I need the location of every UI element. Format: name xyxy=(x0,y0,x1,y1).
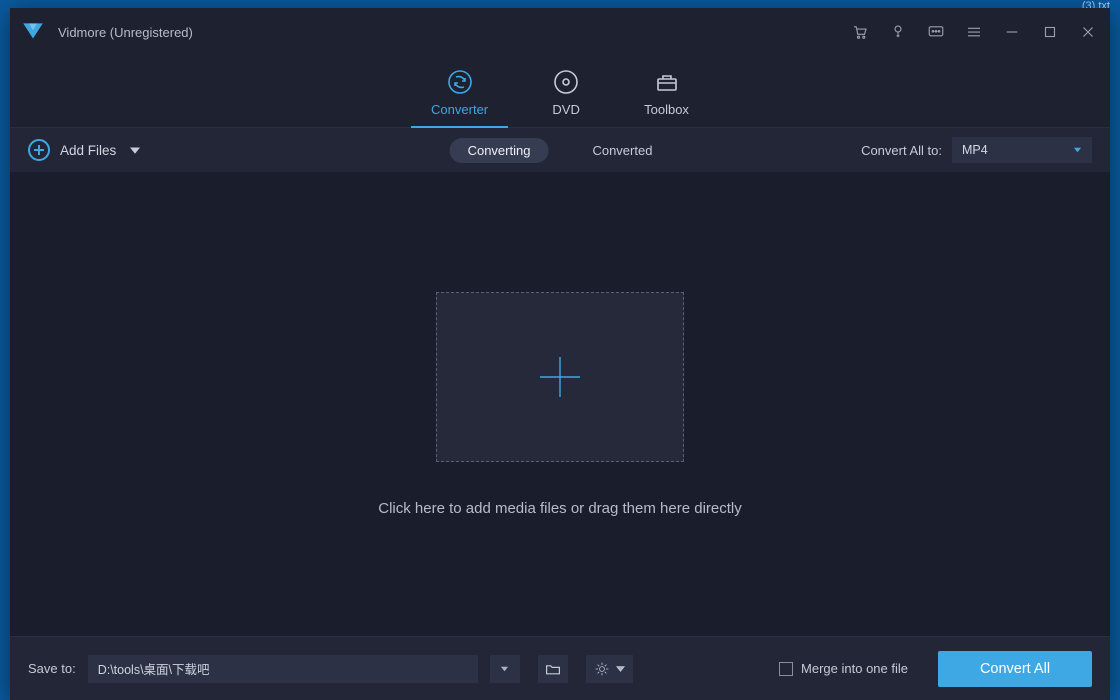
status-pills: Converting Converted xyxy=(450,138,671,163)
open-folder-button[interactable] xyxy=(538,655,568,683)
feedback-icon[interactable] xyxy=(926,22,946,42)
format-select[interactable]: MP4 xyxy=(952,137,1092,163)
pill-converting[interactable]: Converting xyxy=(450,138,549,163)
dropzone[interactable] xyxy=(436,292,684,462)
workspace: Click here to add media files or drag th… xyxy=(10,172,1110,636)
main-tabs: Converter DVD Toolbox xyxy=(10,56,1110,128)
app-logo xyxy=(20,19,46,45)
close-icon[interactable] xyxy=(1078,22,1098,42)
dvd-icon xyxy=(552,68,580,96)
drop-hint: Click here to add media files or drag th… xyxy=(378,500,742,517)
gear-icon xyxy=(594,661,610,677)
convert-all-to: Convert All to: MP4 xyxy=(861,137,1092,163)
merge-checkbox[interactable]: Merge into one file xyxy=(779,661,908,676)
app-window: Vidmore (Unregistered) xyxy=(10,8,1110,700)
chevron-down-icon xyxy=(500,664,509,673)
menu-icon[interactable] xyxy=(964,22,984,42)
tab-label: Toolbox xyxy=(644,102,689,117)
checkbox-icon xyxy=(779,662,793,676)
tab-converter[interactable]: Converter xyxy=(431,68,488,127)
tab-label: DVD xyxy=(552,102,579,117)
tab-label: Converter xyxy=(431,102,488,117)
add-files-label: Add Files xyxy=(60,143,116,158)
maximize-icon[interactable] xyxy=(1040,22,1060,42)
save-path-input[interactable]: D:\tools\桌面\下载吧 xyxy=(88,655,478,683)
tab-dvd[interactable]: DVD xyxy=(552,68,580,127)
minimize-icon[interactable] xyxy=(1002,22,1022,42)
chevron-down-icon xyxy=(616,664,625,673)
toolbox-icon xyxy=(653,68,681,96)
save-to-label: Save to: xyxy=(28,661,76,676)
settings-dropdown[interactable] xyxy=(586,655,633,683)
titlebar: Vidmore (Unregistered) xyxy=(10,8,1110,56)
add-files-button[interactable]: Add Files xyxy=(28,139,140,161)
app-title: Vidmore (Unregistered) xyxy=(58,25,193,40)
plus-circle-icon xyxy=(28,139,50,161)
key-icon[interactable] xyxy=(888,22,908,42)
plus-icon xyxy=(535,352,585,402)
convert-all-to-label: Convert All to: xyxy=(861,143,942,158)
folder-icon xyxy=(545,661,561,677)
titlebar-actions xyxy=(850,22,1098,42)
converter-icon xyxy=(446,68,474,96)
merge-label: Merge into one file xyxy=(801,661,908,676)
chevron-down-icon xyxy=(130,143,140,158)
cart-icon[interactable] xyxy=(850,22,870,42)
tab-toolbox[interactable]: Toolbox xyxy=(644,68,689,127)
format-selected-value: MP4 xyxy=(962,143,988,157)
save-path-dropdown[interactable] xyxy=(490,655,520,683)
convert-all-button[interactable]: Convert All xyxy=(938,651,1092,687)
footer: Save to: D:\tools\桌面\下载吧 Merge into one … xyxy=(10,636,1110,700)
pill-converted[interactable]: Converted xyxy=(574,138,670,163)
toolbar: Add Files Converting Converted Convert A… xyxy=(10,128,1110,172)
chevron-down-icon xyxy=(1073,143,1082,157)
